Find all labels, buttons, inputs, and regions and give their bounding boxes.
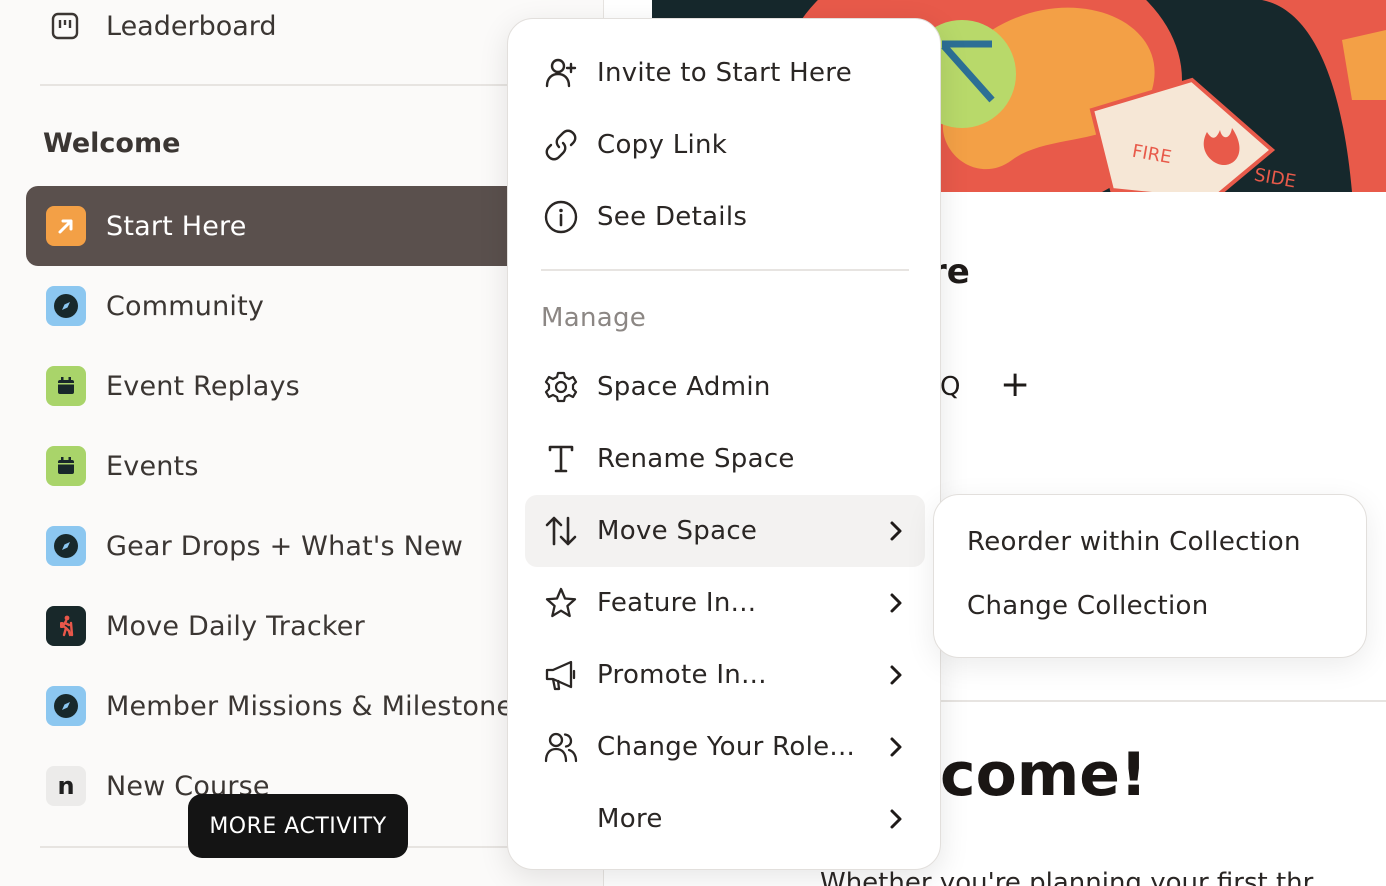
menu-item-change-role[interactable]: Change Your Role... — [525, 711, 925, 783]
menu-item-label: Change Your Role... — [597, 732, 856, 762]
compass-icon — [46, 286, 86, 326]
menu-item-invite[interactable]: Invite to Start Here — [525, 37, 925, 109]
menu-divider — [541, 269, 909, 271]
sidebar-item-member-missions[interactable]: Member Missions & Milestones — [26, 666, 546, 746]
info-icon — [543, 199, 579, 235]
calendar-icon — [46, 366, 86, 406]
user-plus-icon — [543, 55, 579, 91]
chevron-right-icon — [885, 520, 907, 542]
menu-item-feature-in[interactable]: Feature In... — [525, 567, 925, 639]
sidebar-divider — [40, 84, 560, 86]
sidebar-item-leaderboard[interactable]: Leaderboard — [50, 6, 277, 46]
users-icon — [543, 729, 579, 765]
leaderboard-icon — [50, 11, 80, 41]
sidebar-item-label: Move Daily Tracker — [106, 610, 365, 642]
menu-item-space-admin[interactable]: Space Admin — [525, 351, 925, 423]
submenu-item-change-collection[interactable]: Change Collection — [967, 591, 1209, 621]
menu-item-label: Space Admin — [597, 372, 771, 402]
sidebar-item-label: Gear Drops + What's New — [106, 530, 464, 562]
more-activity-button[interactable]: MORE ACTIVITY — [188, 794, 408, 858]
menu-item-label: Promote In... — [597, 660, 767, 690]
menu-item-label: Feature In... — [597, 588, 757, 618]
menu-item-label: Invite to Start Here — [597, 58, 853, 88]
gear-icon — [543, 369, 579, 405]
menu-section-manage: Manage — [541, 303, 647, 333]
megaphone-icon — [543, 657, 579, 693]
sidebar-item-label: Event Replays — [106, 370, 300, 402]
sidebar-item-label: Events — [106, 450, 199, 482]
link-icon — [543, 127, 579, 163]
section-title-welcome[interactable]: Welcome — [43, 128, 180, 159]
sidebar-item-event-replays[interactable]: Event Replays — [26, 346, 546, 426]
compass-icon — [46, 526, 86, 566]
sidebar-item-label: Member Missions & Milestones — [106, 690, 528, 722]
calendar-icon — [46, 446, 86, 486]
menu-item-label: Rename Space — [597, 444, 795, 474]
sidebar-item-community[interactable]: Community — [26, 266, 546, 346]
submenu-item-reorder[interactable]: Reorder within Collection — [967, 527, 1301, 557]
chevron-right-icon — [885, 664, 907, 686]
menu-item-rename-space[interactable]: Rename Space — [525, 423, 925, 495]
tab-fragment[interactable]: Q — [940, 372, 960, 402]
letter-n-icon: n — [46, 766, 86, 806]
chevron-right-icon — [885, 592, 907, 614]
text-icon — [543, 441, 579, 477]
menu-item-see-details[interactable]: See Details — [525, 181, 925, 253]
chevron-right-icon — [885, 808, 907, 830]
sidebar-item-move-daily-tracker[interactable]: Move Daily Tracker — [26, 586, 546, 666]
star-icon — [543, 585, 579, 621]
welcome-paragraph: Whether you're planning your first thr — [820, 868, 1314, 886]
arrows-updown-icon — [543, 513, 579, 549]
welcome-heading: come! — [940, 740, 1148, 810]
menu-item-label: See Details — [597, 202, 748, 232]
leaderboard-label: Leaderboard — [106, 10, 277, 42]
compass-icon — [46, 686, 86, 726]
sidebar-item-label: Community — [106, 290, 265, 322]
add-tab-button[interactable]: + — [1000, 364, 1030, 405]
sidebar-item-gear-drops[interactable]: Gear Drops + What's New — [26, 506, 546, 586]
sidebar-item-events[interactable]: Events — [26, 426, 546, 506]
menu-item-more[interactable]: More — [525, 783, 925, 855]
sidebar-item-label: Start Here — [106, 210, 247, 242]
move-space-submenu: Reorder within Collection Change Collect… — [933, 494, 1367, 658]
arrow-up-right-icon — [46, 206, 86, 246]
menu-item-label: Move Space — [597, 516, 758, 546]
space-context-menu: Invite to Start Here Copy Link See Detai… — [507, 18, 941, 870]
menu-item-move-space[interactable]: Move Space — [525, 495, 925, 567]
menu-item-label: More — [597, 804, 663, 834]
sidebar-item-start-here[interactable]: Start Here — [26, 186, 546, 266]
menu-item-promote-in[interactable]: Promote In... — [525, 639, 925, 711]
content-divider — [940, 700, 1386, 702]
hiker-icon — [46, 606, 86, 646]
menu-item-label: Copy Link — [597, 130, 728, 160]
chevron-right-icon — [885, 736, 907, 758]
menu-item-copy-link[interactable]: Copy Link — [525, 109, 925, 181]
